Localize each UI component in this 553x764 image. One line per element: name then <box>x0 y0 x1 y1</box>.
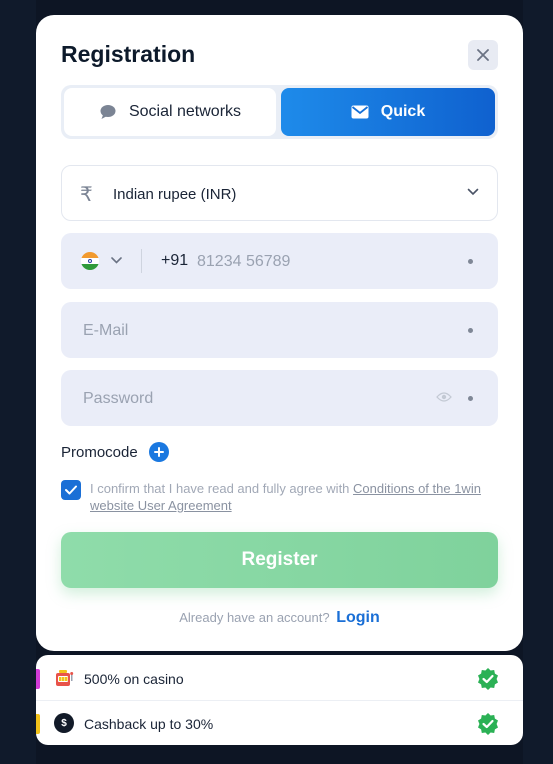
modal-title: Registration <box>61 41 196 67</box>
tab-quick-label: Quick <box>380 103 426 120</box>
bonus-label: Cashback up to 30% <box>84 716 214 732</box>
phone-field: +91 <box>61 233 498 289</box>
close-icon <box>477 49 489 61</box>
account-prompt: Already have an account? Login <box>36 609 523 627</box>
bonus-row[interactable]: 500% on casino <box>36 656 523 700</box>
required-indicator <box>468 396 473 401</box>
chevron-down-icon[interactable] <box>111 257 122 264</box>
rupee-icon: ₹ <box>80 184 93 206</box>
email-input[interactable] <box>81 318 425 344</box>
password-field <box>61 370 498 426</box>
slot-machine-icon <box>56 670 74 686</box>
chat-bubble-icon <box>99 104 117 120</box>
background-right <box>523 0 553 764</box>
agreement-prefix: I confirm that I have read and fully agr… <box>90 481 354 496</box>
bonus-panel: 500% on casino $ Cashback up to 30% <box>36 655 523 745</box>
tab-quick[interactable]: Quick <box>281 88 495 136</box>
login-link[interactable]: Login <box>336 609 380 626</box>
account-prompt-text: Already have an account? <box>179 610 330 625</box>
verified-check-icon <box>478 668 498 690</box>
promocode-label: Promocode <box>61 443 138 461</box>
registration-tabs: Social networks Quick <box>61 85 498 139</box>
promocode-toggle[interactable]: Promocode <box>61 442 169 462</box>
email-field <box>61 302 498 358</box>
phone-input[interactable] <box>195 249 449 275</box>
agreement-checkbox[interactable] <box>61 480 81 500</box>
divider <box>141 249 142 273</box>
password-input[interactable] <box>81 386 425 412</box>
required-indicator <box>468 259 473 264</box>
bonus-marker <box>36 669 40 689</box>
background-left <box>0 0 36 764</box>
currency-select[interactable]: ₹ Indian rupee (INR) <box>61 165 498 221</box>
registration-modal: Registration Social networks Quick ₹ Ind… <box>36 15 523 651</box>
tab-social-label: Social networks <box>128 103 242 120</box>
plus-icon[interactable] <box>148 442 169 462</box>
checkmark-icon <box>65 485 77 495</box>
tab-social-networks[interactable]: Social networks <box>64 88 276 136</box>
phone-country-code: +91 <box>161 252 189 269</box>
close-button[interactable] <box>468 40 498 70</box>
register-button[interactable]: Register <box>61 532 498 588</box>
required-indicator <box>468 328 473 333</box>
india-flag-icon[interactable] <box>81 252 99 270</box>
agreement-text: I confirm that I have read and fully agr… <box>90 480 490 514</box>
eye-icon[interactable] <box>436 391 452 403</box>
chevron-down-icon <box>467 188 479 196</box>
bonus-label: 500% on casino <box>84 671 184 687</box>
currency-selected-value: Indian rupee (INR) <box>113 186 237 203</box>
cashback-money-icon: $ <box>54 713 74 733</box>
bonus-row[interactable]: $ Cashback up to 30% <box>36 700 523 745</box>
envelope-icon <box>351 105 369 119</box>
bonus-marker <box>36 714 40 734</box>
verified-check-icon <box>478 713 498 735</box>
